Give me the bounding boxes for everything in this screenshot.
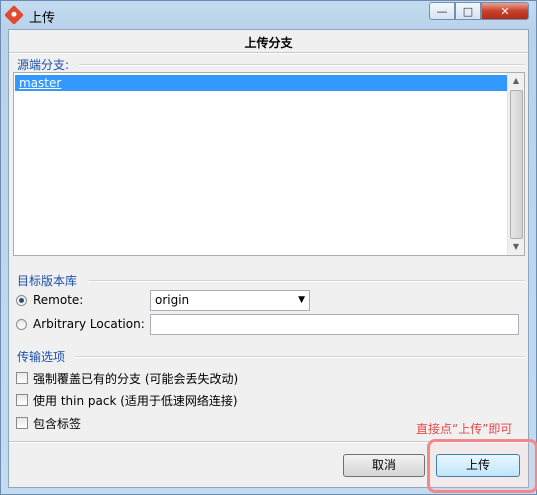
remote-select[interactable]: origin ▼: [150, 290, 310, 311]
arbitrary-location-radio[interactable]: [16, 319, 27, 330]
include-tags-label: 包含标签: [33, 417, 82, 431]
remote-select-value: origin: [155, 293, 190, 307]
target-repo-label: 目标版本库: [17, 274, 78, 288]
source-branch-label: 源端分支:: [17, 58, 70, 72]
include-tags-checkbox[interactable]: [16, 417, 28, 429]
branch-list-item-master[interactable]: master: [15, 75, 507, 91]
git-app-icon: [4, 5, 24, 25]
arbitrary-location-label: Arbitrary Location:: [33, 317, 145, 331]
scroll-up-arrow-icon[interactable]: ▲: [508, 73, 524, 89]
branch-list[interactable]: master ▲ ▼: [13, 72, 525, 256]
chevron-down-icon[interactable]: ▼: [298, 291, 305, 310]
transfer-options-label: 传输选项: [17, 350, 66, 364]
thin-pack-checkbox[interactable]: [16, 394, 28, 406]
force-overwrite-checkbox[interactable]: [16, 372, 28, 384]
scroll-thumb[interactable]: [510, 90, 523, 239]
title-bar[interactable]: 上传 — □ ✕: [1, 1, 536, 29]
remote-radio[interactable]: [16, 295, 27, 306]
transfer-options-group-line: [75, 356, 525, 358]
maximize-button[interactable]: □: [455, 2, 481, 20]
branch-list-scrollbar[interactable]: ▲ ▼: [507, 73, 524, 255]
dialog-heading: 上传分支: [244, 36, 293, 50]
cancel-button[interactable]: 取消: [343, 454, 425, 477]
scroll-down-arrow-icon[interactable]: ▼: [508, 239, 524, 255]
target-repo-group-line: [89, 280, 525, 282]
instruction-annotation: 直接点“上传”即可: [416, 422, 513, 436]
dialog-client-area: 上传分支 源端分支: master ▲ ▼ 目标版本库 Remote: orig…: [8, 29, 537, 493]
source-branch-group-line: [79, 64, 525, 66]
force-overwrite-label: 强制覆盖已有的分支 (可能会丢失改动): [33, 372, 239, 386]
arbitrary-location-input[interactable]: [150, 314, 519, 335]
upload-dialog-window: 上传 — □ ✕ 上传分支 源端分支: master ▲ ▼ 目标版本库 Rem…: [0, 0, 537, 495]
minimize-button[interactable]: —: [429, 2, 455, 20]
remote-label: Remote:: [33, 293, 84, 307]
close-button[interactable]: ✕: [481, 2, 529, 20]
upload-button[interactable]: 上传: [436, 454, 520, 477]
thin-pack-label: 使用 thin pack (适用于低速网络连接): [33, 394, 238, 408]
window-title: 上传: [29, 11, 56, 26]
heading-separator: [9, 52, 528, 54]
